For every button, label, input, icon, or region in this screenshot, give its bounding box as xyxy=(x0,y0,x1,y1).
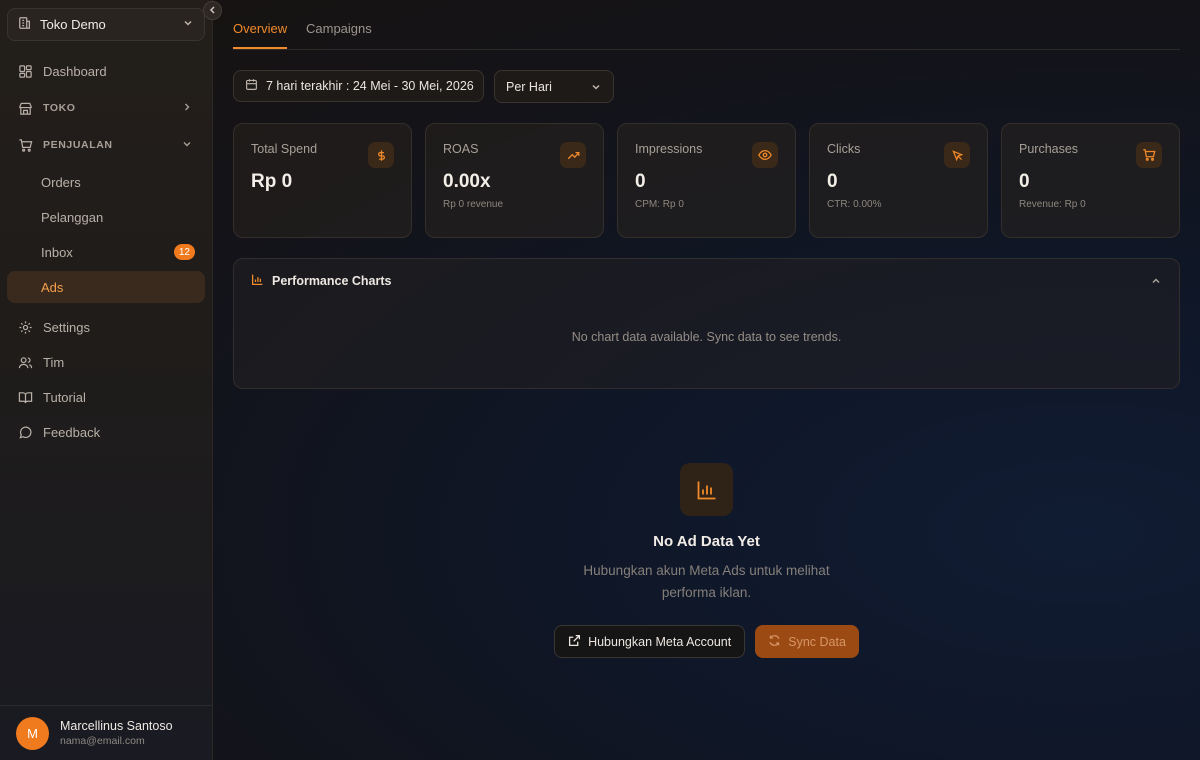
book-open-icon xyxy=(17,389,33,405)
sidebar-item-dashboard[interactable]: Dashboard xyxy=(7,55,205,87)
sidebar-item-settings[interactable]: Settings xyxy=(7,311,205,343)
performance-charts-title: Performance Charts xyxy=(272,274,392,288)
sidebar-item-label: Feedback xyxy=(43,424,101,440)
metric-card-purchases: Purchases 0 Revenue: Rp 0 xyxy=(1001,123,1180,238)
sidebar-item-tim[interactable]: Tim xyxy=(7,346,205,378)
eye-icon xyxy=(752,142,778,168)
user-name: Marcellinus Santoso xyxy=(60,719,173,733)
users-icon xyxy=(17,354,33,370)
sidebar-collapse-button[interactable] xyxy=(203,1,222,20)
sidebar-item-inbox[interactable]: Inbox 12 xyxy=(7,236,205,268)
bar-chart-icon xyxy=(251,273,264,289)
trending-up-icon xyxy=(560,142,586,168)
metric-subtext: Revenue: Rp 0 xyxy=(1019,199,1086,210)
cursor-icon xyxy=(944,142,970,168)
sidebar-item-tutorial[interactable]: Tutorial xyxy=(7,381,205,413)
connect-meta-account-button[interactable]: Hubungkan Meta Account xyxy=(554,625,746,658)
refresh-icon xyxy=(768,634,781,650)
metric-value: 0.00x xyxy=(443,171,491,192)
tab-campaigns[interactable]: Campaigns xyxy=(306,21,372,47)
cart-icon xyxy=(1136,142,1162,168)
empty-state-title: No Ad Data Yet xyxy=(653,533,760,550)
sidebar-item-label: Orders xyxy=(41,174,81,190)
metric-card-total-spend: Total Spend Rp 0 xyxy=(233,123,412,238)
chevron-down-icon xyxy=(590,81,602,96)
chevron-left-icon xyxy=(208,2,218,20)
sidebar-item-label: Ads xyxy=(41,279,64,295)
chevron-down-icon xyxy=(182,17,194,32)
sidebar-section-label: TOKO xyxy=(43,102,76,114)
metric-subtext: CTR: 0.00% xyxy=(827,199,882,210)
sidebar-section-penjualan[interactable]: PENJUALAN xyxy=(7,129,205,161)
sidebar-item-ads[interactable]: Ads xyxy=(7,271,205,303)
chevron-up-icon[interactable] xyxy=(1150,274,1162,292)
sidebar-section-toko[interactable]: TOKO xyxy=(7,92,205,124)
store-name: Toko Demo xyxy=(40,17,106,32)
date-range-label: 7 hari terakhir : 24 Mei - 30 Mei, 2026 xyxy=(266,79,474,93)
metric-value: 0 xyxy=(827,171,838,192)
store-icon xyxy=(18,16,32,33)
sidebar-item-pelanggan[interactable]: Pelanggan xyxy=(7,201,205,233)
chart-empty-message: No chart data available. Sync data to se… xyxy=(571,330,842,344)
sidebar-item-label: Tim xyxy=(43,354,65,370)
sidebar-item-label: Inbox xyxy=(41,244,73,260)
chevron-down-icon xyxy=(181,138,193,153)
tab-bar: Overview Campaigns xyxy=(233,0,1180,50)
layout-grid-icon xyxy=(17,63,33,79)
metric-value: 0 xyxy=(635,171,646,192)
sidebar-item-orders[interactable]: Orders xyxy=(7,166,205,198)
performance-charts-panel: Performance Charts No chart data availab… xyxy=(233,258,1180,389)
sidebar-item-label: Tutorial xyxy=(43,389,86,405)
sidebar: Toko Demo Dashboard TOKO PENJUALAN Order… xyxy=(0,0,222,760)
cart-icon xyxy=(17,137,33,153)
sidebar-item-feedback[interactable]: Feedback xyxy=(7,416,205,448)
bar-chart-icon xyxy=(680,463,733,516)
inbox-count-badge: 12 xyxy=(173,244,195,260)
calendar-icon xyxy=(245,78,258,94)
store-front-icon xyxy=(17,100,33,116)
performance-charts-header[interactable]: Performance Charts xyxy=(251,273,392,289)
metric-value: 0 xyxy=(1019,171,1030,192)
user-email: nama@email.com xyxy=(60,735,145,747)
tab-overview[interactable]: Overview xyxy=(233,21,288,49)
date-range-picker[interactable]: 7 hari terakhir : 24 Mei - 30 Mei, 2026 xyxy=(233,70,484,102)
message-circle-icon xyxy=(17,424,33,440)
sidebar-item-label: Settings xyxy=(43,319,90,335)
store-selector[interactable]: Toko Demo xyxy=(7,8,205,41)
metric-card-clicks: Clicks 0 CTR: 0.00% xyxy=(809,123,988,238)
empty-state-actions: Hubungkan Meta Account Sync Data xyxy=(233,625,1180,658)
user-profile[interactable]: M Marcellinus Santoso nama@email.com xyxy=(0,705,212,760)
external-link-icon xyxy=(568,634,581,650)
period-label: Per Hari xyxy=(506,79,552,94)
connect-meta-account-label: Hubungkan Meta Account xyxy=(588,634,732,649)
metric-card-roas: ROAS 0.00x Rp 0 revenue xyxy=(425,123,604,238)
metric-value: Rp 0 xyxy=(251,171,293,192)
sync-data-button[interactable]: Sync Data xyxy=(755,625,859,658)
sidebar-item-label: Dashboard xyxy=(43,63,107,79)
dollar-icon xyxy=(368,142,394,168)
avatar: M xyxy=(16,716,49,750)
sync-data-label: Sync Data xyxy=(788,634,846,649)
sidebar-section-label: PENJUALAN xyxy=(43,139,113,151)
metric-subtext: Rp 0 revenue xyxy=(443,199,504,210)
period-select[interactable]: Per Hari xyxy=(494,70,614,103)
gear-icon xyxy=(17,319,33,335)
empty-state: No Ad Data Yet Hubungkan akun Meta Ads u… xyxy=(233,463,1180,658)
user-info: Marcellinus Santoso nama@email.com xyxy=(60,719,173,747)
metric-card-impressions: Impressions 0 CPM: Rp 0 xyxy=(617,123,796,238)
chevron-right-icon xyxy=(181,101,193,116)
sidebar-item-label: Pelanggan xyxy=(41,209,104,225)
empty-state-description: Hubungkan akun Meta Ads untuk melihat pe… xyxy=(583,563,830,600)
metric-subtext: CPM: Rp 0 xyxy=(635,199,684,210)
